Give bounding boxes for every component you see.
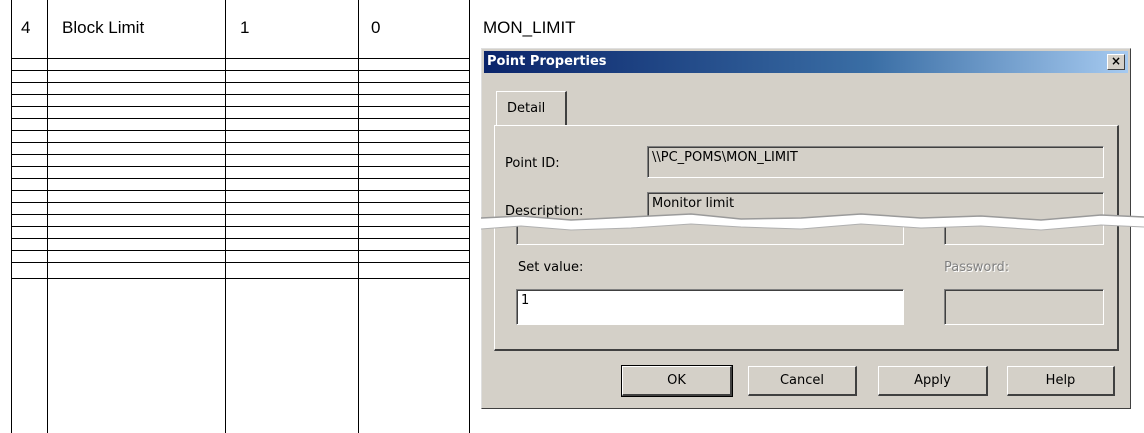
row-value-1: 1 — [240, 18, 250, 37]
table-border — [11, 0, 12, 433]
table-border — [47, 0, 48, 433]
table-row-divider — [11, 70, 470, 71]
table-row-divider — [11, 178, 470, 179]
apply-button[interactable]: Apply — [878, 366, 988, 396]
table-row-divider — [11, 202, 470, 203]
cancel-button[interactable]: Cancel — [748, 366, 857, 396]
point-caption: MON_LIMIT — [483, 18, 576, 37]
table-row-divider — [11, 166, 470, 167]
row-value-2: 0 — [371, 18, 381, 37]
table-row-divider — [11, 214, 470, 215]
table-row-divider — [11, 190, 470, 191]
close-icon: × — [1110, 54, 1122, 68]
dialog-title: Point Properties — [487, 54, 607, 69]
table-row-divider — [11, 118, 470, 119]
password-input[interactable] — [944, 289, 1104, 325]
dialog-titlebar[interactable]: Point Properties × — [484, 51, 1128, 73]
torn-edge — [481, 213, 1144, 231]
table-row-divider — [11, 58, 470, 59]
table-row-divider — [11, 94, 470, 95]
table-row-divider — [11, 106, 470, 107]
table-row-divider — [11, 262, 470, 263]
point-id-field[interactable]: \\PC_POMS\MON_LIMIT — [647, 146, 1104, 178]
table-row-divider — [11, 154, 470, 155]
table-row-divider — [11, 238, 470, 239]
row-name: Block Limit — [62, 18, 145, 37]
row-number: 4 — [21, 18, 31, 37]
table-border — [225, 0, 226, 433]
table-border — [469, 0, 470, 433]
set-value-input[interactable]: 1 — [516, 289, 904, 325]
table-row-divider — [11, 250, 470, 251]
point-id-label: Point ID: — [505, 156, 560, 171]
ok-button[interactable]: OK — [621, 365, 733, 397]
table-row-divider — [11, 130, 470, 131]
tab-detail[interactable]: Detail — [496, 91, 567, 125]
table-row-divider — [11, 142, 470, 143]
close-button[interactable]: × — [1107, 54, 1125, 70]
password-label: Password: — [944, 260, 1010, 275]
help-button[interactable]: Help — [1007, 366, 1115, 396]
table-row-divider — [11, 82, 470, 83]
tab-detail-label: Detail — [507, 101, 546, 116]
data-table: 4 Block Limit 1 0 — [0, 0, 470, 433]
set-value-label: Set value: — [518, 260, 584, 275]
table-row-divider — [11, 278, 470, 279]
table-row-divider — [11, 226, 470, 227]
table-border — [358, 0, 359, 433]
